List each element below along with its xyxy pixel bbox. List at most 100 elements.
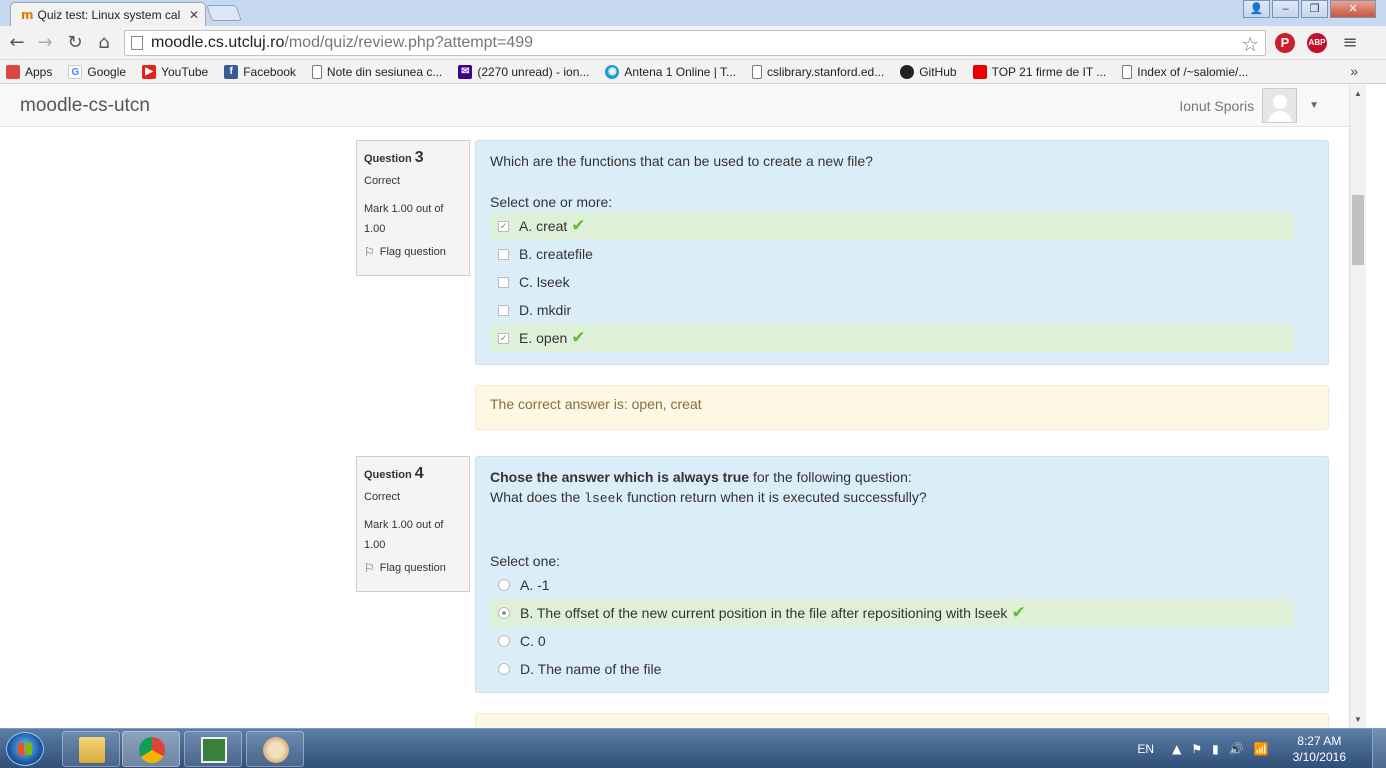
- browser-titlebar: m Quiz test: Linux system cal ✕ 👤 – ❐ ✕: [0, 0, 1386, 26]
- scroll-down-arrow-icon[interactable]: ▼: [1354, 715, 1362, 724]
- start-button[interactable]: [6, 732, 44, 766]
- home-icon[interactable]: ⌂: [93, 32, 115, 54]
- window-controls: 👤 – ❐ ✕: [1241, 0, 1376, 18]
- question-number: Question 3: [364, 149, 424, 166]
- network-signal-icon[interactable]: 📶: [1254, 742, 1269, 756]
- answer-option: ✓ E. open ✔: [490, 324, 1294, 352]
- pinterest-icon[interactable]: P: [1275, 33, 1295, 53]
- clock[interactable]: 8:27 AM 3/10/2016: [1293, 733, 1346, 765]
- correct-check-icon: ✔: [571, 328, 586, 348]
- bookmark-label: YouTube: [161, 64, 209, 79]
- tab-close-icon[interactable]: ✕: [189, 8, 199, 22]
- question-number: Question 4: [364, 465, 424, 482]
- answer-checkbox[interactable]: [498, 276, 509, 288]
- flag-question-button[interactable]: ⚐ Flag question: [364, 561, 462, 575]
- answer-checkbox[interactable]: [498, 304, 509, 316]
- answer-radio[interactable]: [498, 579, 510, 591]
- show-hidden-icons-icon[interactable]: ▲: [1172, 742, 1181, 756]
- yahoo-mail-icon: ✉: [458, 64, 473, 79]
- chrome-menu-icon[interactable]: ≡: [1339, 32, 1361, 54]
- bookmark-antena[interactable]: ◉ Antena 1 Online | T...: [605, 64, 736, 79]
- bookmark-google[interactable]: G Google: [68, 64, 126, 79]
- question-feedback-partial: [475, 713, 1329, 728]
- question-content-4: Chose the answer which is always true fo…: [475, 456, 1329, 693]
- user-profile-button[interactable]: 👤: [1243, 0, 1270, 18]
- bookmark-top21[interactable]: TOP 21 firme de IT ...: [972, 64, 1106, 79]
- answer-radio[interactable]: [498, 607, 510, 619]
- question-grade: Mark 1.00 out of 1.00: [364, 519, 444, 551]
- bookmark-label: (2270 unread) - ion...: [477, 64, 590, 79]
- site-brand[interactable]: moodle-cs-utcn: [20, 95, 150, 117]
- windows-taskbar: EN ▲ ⚑ ▮ 🔊 📶 8:27 AM 3/10/2016: [0, 728, 1386, 768]
- bookmark-star-icon[interactable]: ☆: [1241, 32, 1259, 57]
- back-arrow-icon[interactable]: ←: [6, 32, 28, 54]
- taskbar-explorer[interactable]: [62, 731, 120, 767]
- language-indicator[interactable]: EN: [1137, 742, 1154, 756]
- bookmark-youtube[interactable]: ▶ YouTube: [142, 64, 209, 79]
- restore-button[interactable]: ❐: [1301, 0, 1328, 18]
- bookmark-note[interactable]: Note din sesiunea c...: [311, 64, 443, 79]
- question-text: Which are the functions that can be used…: [490, 153, 873, 169]
- forward-arrow-icon[interactable]: →: [34, 32, 56, 54]
- clock-time: 8:27 AM: [1297, 734, 1342, 748]
- youtube-icon: ▶: [142, 64, 157, 79]
- answer-prompt: Select one:: [490, 553, 561, 569]
- bookmark-label: Note din sesiunea c...: [326, 64, 443, 79]
- answer-option: C. 0: [490, 627, 1294, 655]
- scrollbar-thumb[interactable]: [1352, 195, 1364, 265]
- bookmark-label: GitHub: [919, 64, 957, 79]
- page-icon: [131, 36, 143, 50]
- browser-toolbar: ← → ↻ ⌂ moodle.cs.utcluj.ro /mod/quiz/re…: [0, 26, 1386, 60]
- page-icon: [1122, 64, 1133, 79]
- bookmarks-bar: Apps G Google ▶ YouTube f Facebook Note din…: [0, 60, 1386, 84]
- browser-tab[interactable]: m Quiz test: Linux system cal ✕: [10, 2, 206, 26]
- taskbar-paint[interactable]: [246, 731, 304, 767]
- clock-date: 3/10/2016: [1292, 750, 1346, 764]
- question-state: Correct: [364, 491, 401, 503]
- bookmark-cslibrary[interactable]: cslibrary.stanford.ed...: [752, 64, 885, 79]
- answer-radio[interactable]: [498, 663, 510, 675]
- taskbar-chrome[interactable]: [122, 731, 180, 767]
- answer-prompt: Select one or more:: [490, 194, 613, 210]
- reload-icon[interactable]: ↻: [64, 32, 86, 54]
- page-icon: [752, 64, 763, 79]
- bookmark-facebook[interactable]: f Facebook: [224, 64, 296, 79]
- answer-radio[interactable]: [498, 635, 510, 647]
- minimize-button[interactable]: –: [1272, 0, 1299, 18]
- more-bookmarks-icon[interactable]: »: [1350, 63, 1358, 79]
- bookmark-index-salomie[interactable]: Index of /~salomie/...: [1122, 64, 1248, 79]
- taskbar-chart-app[interactable]: [184, 731, 242, 767]
- bookmark-label: cslibrary.stanford.ed...: [767, 64, 885, 79]
- page-scrollbar[interactable]: ▲ ▼: [1349, 85, 1366, 728]
- answer-checkbox[interactable]: ✓: [498, 220, 509, 232]
- battery-icon[interactable]: ▮: [1212, 742, 1219, 756]
- answer-option: ✓ A. creat ✔: [490, 212, 1294, 240]
- bookmark-yahoo-mail[interactable]: ✉ (2270 unread) - ion...: [458, 64, 590, 79]
- new-tab-button[interactable]: [206, 5, 242, 21]
- apps-grid-icon: [6, 64, 20, 79]
- bookmark-label: Facebook: [243, 64, 296, 79]
- question-text-line-2: What does the lseek function return when…: [490, 489, 927, 506]
- url-host: moodle.cs.utcluj.ro: [151, 34, 285, 51]
- adblock-plus-icon[interactable]: ABP: [1307, 33, 1327, 53]
- bookmark-github[interactable]: GitHub: [900, 64, 957, 79]
- user-menu[interactable]: Ionut Sporis ▼: [1179, 88, 1319, 123]
- avatar: [1262, 88, 1298, 123]
- chart-app-icon: [201, 737, 227, 763]
- question-info-3: Question 3 Correct Mark 1.00 out of 1.00…: [356, 140, 470, 276]
- close-window-button[interactable]: ✕: [1330, 0, 1376, 18]
- address-bar[interactable]: moodle.cs.utcluj.ro /mod/quiz/review.php…: [124, 30, 1266, 56]
- bookmark-apps[interactable]: Apps: [6, 64, 52, 79]
- answer-option: A. -1: [490, 571, 1294, 599]
- question-content-3: Which are the functions that can be used…: [475, 140, 1329, 365]
- answer-option: B. createfile: [490, 240, 1294, 268]
- answer-checkbox[interactable]: ✓: [498, 332, 509, 344]
- scroll-up-arrow-icon[interactable]: ▲: [1354, 89, 1362, 98]
- answer-option: D. The name of the file: [490, 655, 1294, 683]
- answer-checkbox[interactable]: [498, 248, 509, 260]
- volume-icon[interactable]: 🔊: [1229, 742, 1244, 756]
- show-desktop-button[interactable]: [1372, 729, 1386, 768]
- flag-question-button[interactable]: ⚐ Flag question: [364, 245, 462, 259]
- antena-icon: ◉: [605, 64, 620, 79]
- action-center-flag-icon[interactable]: ⚑: [1191, 742, 1202, 756]
